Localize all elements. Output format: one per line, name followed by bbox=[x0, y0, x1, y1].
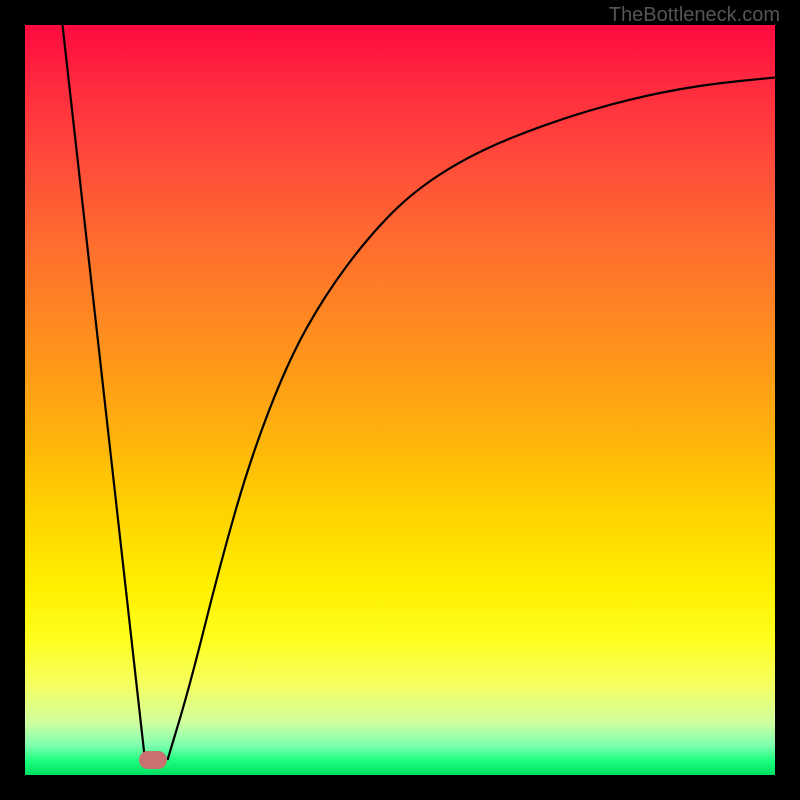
chart-plot-area bbox=[25, 25, 775, 775]
curve-left-segment bbox=[63, 25, 146, 760]
attribution-text: TheBottleneck.com bbox=[609, 4, 780, 27]
chart-curve bbox=[25, 25, 775, 775]
curve-right-segment bbox=[168, 78, 776, 761]
optimal-point-marker bbox=[139, 751, 167, 769]
